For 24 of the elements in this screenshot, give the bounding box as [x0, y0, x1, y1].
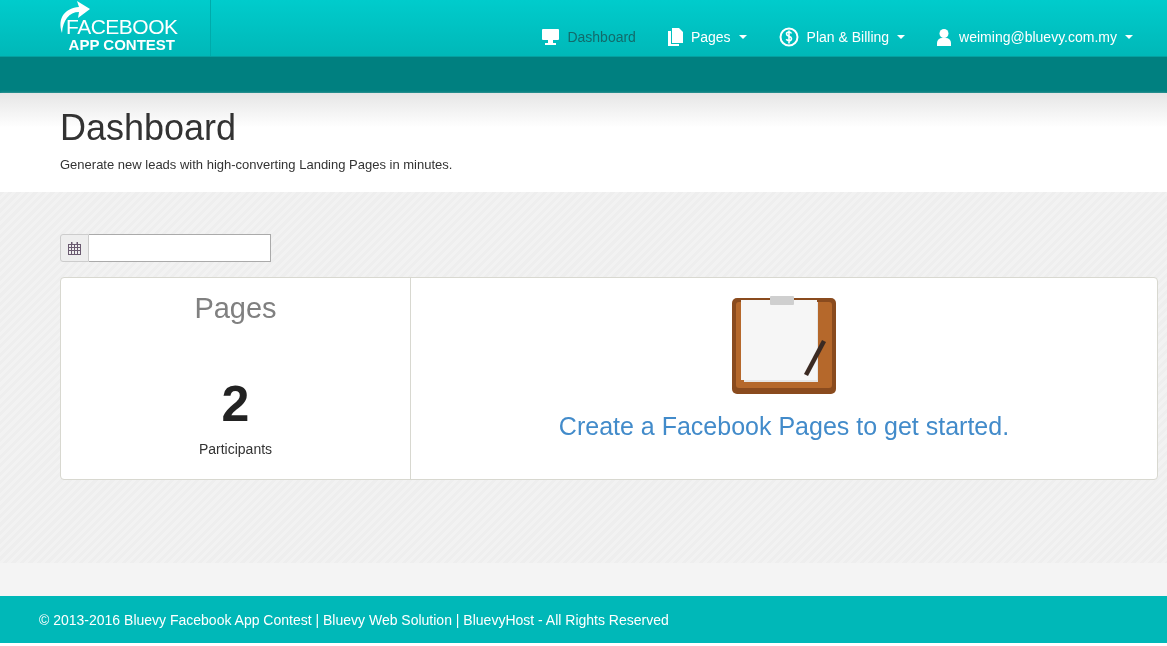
stat-value: 2 [221, 375, 250, 433]
dollar-circle-icon [778, 27, 799, 47]
logo[interactable]: FACEBOOK APP CONTEST [56, 0, 211, 56]
monitor-icon [542, 29, 560, 45]
nav-link[interactable]: Plan & Billing [764, 27, 920, 47]
nav-link[interactable]: Dashboard [528, 29, 650, 45]
copyright-text: © 2013-2016 Bluevy Facebook App Contest | Bluevy Web Solution | BluevyHost - All Rights Reserved [39, 611, 669, 628]
page-title: Dashboard [60, 107, 238, 149]
calendar-icon [68, 241, 81, 255]
caret-icon [897, 35, 906, 39]
date-picker-field[interactable] [60, 234, 271, 262]
stat-caption: Participants [198, 441, 273, 457]
caret-icon [738, 35, 747, 39]
user-icon [937, 28, 952, 46]
caret-icon [1125, 35, 1133, 39]
calendar-addon[interactable] [60, 234, 89, 262]
stat-title: Pages [194, 292, 277, 325]
logo-text: APP CONTEST [68, 37, 175, 52]
page-subtitle: Generate new leads with high-converting Landing Pages in minutes. [60, 157, 454, 172]
nav-link[interactable]: Pages [653, 28, 761, 46]
logo-text: FACEBOOK [66, 16, 178, 37]
documents-icon [667, 28, 683, 46]
nav-link[interactable]: weiming@bluevy.com.my [923, 28, 1147, 46]
get-started-link[interactable]: Create a Facebook Pages to get started. [558, 412, 1010, 441]
